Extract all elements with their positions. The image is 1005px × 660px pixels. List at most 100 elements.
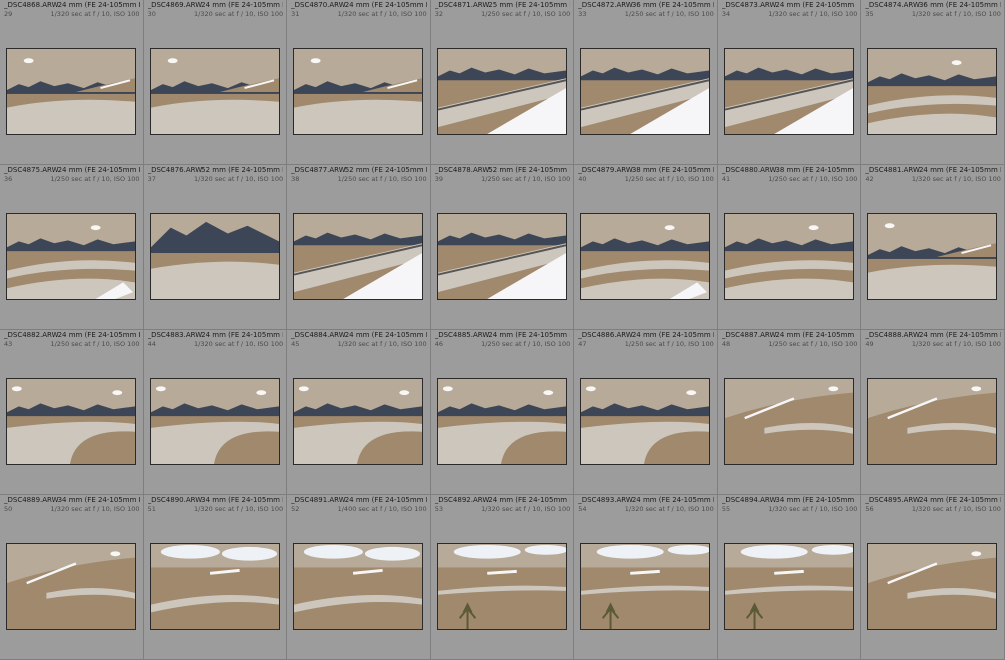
thumbnail-cell[interactable]: _DSC4889.ARW 34 mm (FE 24-105mm F4... 50… bbox=[0, 495, 144, 660]
photo-thumbnail[interactable] bbox=[436, 48, 567, 135]
thumbnail-cell[interactable]: _DSC4886.ARW 24 mm (FE 24-105mm F4... 47… bbox=[574, 330, 718, 495]
photo-thumbnail[interactable] bbox=[149, 48, 280, 135]
photo-thumbnail[interactable] bbox=[723, 48, 854, 135]
image-index: 43 bbox=[4, 340, 13, 348]
file-name: _DSC4885.ARW bbox=[434, 331, 490, 339]
thumbnail-cell[interactable]: _DSC4885.ARW 24 mm (FE 24-105mm F4... 46… bbox=[430, 330, 575, 495]
lens-info: 38 mm (FE 24-105mm F4... bbox=[775, 166, 857, 174]
exposure-info: 1/250 sec at f / 10, ISO 100 bbox=[50, 175, 140, 183]
file-name: _DSC4881.ARW bbox=[865, 166, 920, 174]
thumbnail-cell[interactable]: _DSC4882.ARW 24 mm (FE 24-105mm F4... 43… bbox=[0, 330, 144, 495]
photo-thumbnail[interactable] bbox=[867, 543, 998, 630]
lens-info: 24 mm (FE 24-105mm F4... bbox=[57, 331, 140, 339]
lens-info: 34 mm (FE 24-105mm F4... bbox=[57, 496, 140, 504]
thumbnail-cell[interactable]: _DSC4880.ARW 38 mm (FE 24-105mm F4... 41… bbox=[717, 165, 862, 330]
lens-info: 24 mm (FE 24-105mm F4... bbox=[918, 331, 1001, 339]
thumbnail-cell[interactable]: _DSC4875.ARW 24 mm (FE 24-105mm F4... 36… bbox=[0, 165, 144, 330]
photo-thumbnail[interactable] bbox=[867, 213, 998, 300]
thumbnail-cell[interactable]: _DSC4874.ARW 36 mm (FE 24-105mm F4... 35… bbox=[861, 0, 1005, 165]
photo-thumbnail[interactable] bbox=[867, 378, 998, 465]
file-name: _DSC4894.ARW bbox=[721, 496, 777, 504]
photo-thumbnail[interactable] bbox=[293, 213, 424, 300]
thumbnail-cell[interactable]: _DSC4895.ARW 24 mm (FE 24-105mm F4... 56… bbox=[861, 495, 1005, 660]
photo-thumbnail[interactable] bbox=[149, 213, 280, 300]
lens-info: 24 mm (FE 24-105mm F4... bbox=[488, 496, 570, 504]
thumbnail-cell[interactable]: _DSC4893.ARW 24 mm (FE 24-105mm F4... 54… bbox=[574, 495, 718, 660]
photo-thumbnail[interactable] bbox=[6, 48, 136, 135]
lens-info: 24 mm (FE 24-105mm F4... bbox=[57, 166, 140, 174]
thumbnail-cell[interactable]: _DSC4872.ARW 36 mm (FE 24-105mm F4... 33… bbox=[574, 0, 718, 165]
photo-thumbnail[interactable] bbox=[580, 378, 711, 465]
file-name: _DSC4872.ARW bbox=[578, 1, 633, 9]
exposure-info: 1/320 sec at f / 10, ISO 100 bbox=[911, 175, 1001, 183]
lens-info: 24 mm (FE 24-105mm F4... bbox=[631, 496, 714, 504]
photo-thumbnail[interactable] bbox=[723, 543, 854, 630]
photo-thumbnail[interactable] bbox=[6, 378, 136, 465]
photo-thumbnail[interactable] bbox=[436, 378, 567, 465]
thumbnail-cell[interactable]: _DSC4890.ARW 34 mm (FE 24-105mm F4... 51… bbox=[143, 495, 288, 660]
photo-thumbnail[interactable] bbox=[436, 543, 567, 630]
exposure-info: 1/320 sec at f / 10, ISO 100 bbox=[337, 10, 427, 18]
thumbnail-cell[interactable]: _DSC4891.ARW 24 mm (FE 24-105mm F4... 52… bbox=[287, 495, 431, 660]
thumbnail-cell[interactable]: _DSC4888.ARW 24 mm (FE 24-105mm F4... 49… bbox=[861, 330, 1005, 495]
exposure-info: 1/250 sec at f / 10, ISO 100 bbox=[624, 340, 714, 348]
thumbnail-cell[interactable]: _DSC4868.ARW 24 mm (FE 24-105mm F4... 29… bbox=[0, 0, 144, 165]
thumbnail-cell[interactable]: _DSC4876.ARW 52 mm (FE 24-105mm F4... 37… bbox=[143, 165, 288, 330]
photo-thumbnail[interactable] bbox=[580, 48, 711, 135]
thumbnail-cell[interactable]: _DSC4879.ARW 38 mm (FE 24-105mm F4... 40… bbox=[574, 165, 718, 330]
photo-thumbnail[interactable] bbox=[580, 213, 711, 300]
photo-thumbnail[interactable] bbox=[293, 543, 424, 630]
photo-thumbnail[interactable] bbox=[149, 543, 280, 630]
exposure-info: 1/250 sec at f / 10, ISO 100 bbox=[481, 10, 571, 18]
thumbnail-cell[interactable]: _DSC4870.ARW 24 mm (FE 24-105mm F4... 31… bbox=[287, 0, 431, 165]
image-index: 52 bbox=[291, 505, 300, 513]
photo-thumbnail[interactable] bbox=[293, 48, 424, 135]
image-index: 33 bbox=[578, 10, 587, 18]
photo-thumbnail[interactable] bbox=[723, 213, 854, 300]
image-index: 40 bbox=[578, 175, 587, 183]
photo-thumbnail[interactable] bbox=[436, 213, 567, 300]
image-index: 46 bbox=[434, 340, 443, 348]
image-index: 42 bbox=[865, 175, 874, 183]
thumbnail-cell[interactable]: _DSC4892.ARW 24 mm (FE 24-105mm F4... 53… bbox=[430, 495, 575, 660]
lens-info: 24 mm (FE 24-105mm F4... bbox=[57, 1, 140, 9]
thumbnail-cell[interactable]: _DSC4884.ARW 24 mm (FE 24-105mm F4... 45… bbox=[287, 330, 431, 495]
exposure-info: 1/320 sec at f / 10, ISO 100 bbox=[911, 10, 1001, 18]
photo-thumbnail[interactable] bbox=[149, 378, 280, 465]
thumbnail-cell[interactable]: _DSC4894.ARW 34 mm (FE 24-105mm F4... 55… bbox=[717, 495, 862, 660]
exposure-info: 1/320 sec at f / 10, ISO 100 bbox=[194, 175, 284, 183]
file-name: _DSC4877.ARW bbox=[291, 166, 346, 174]
image-index: 54 bbox=[578, 505, 587, 513]
image-index: 44 bbox=[147, 340, 156, 348]
exposure-info: 1/250 sec at f / 10, ISO 100 bbox=[337, 175, 427, 183]
photo-thumbnail[interactable] bbox=[580, 543, 711, 630]
image-index: 36 bbox=[4, 175, 13, 183]
exposure-info: 1/250 sec at f / 10, ISO 100 bbox=[624, 10, 714, 18]
lens-info: 34 mm (FE 24-105mm F4... bbox=[201, 496, 283, 504]
thumbnail-cell[interactable]: _DSC4871.ARW 25 mm (FE 24-105mm F4 G... … bbox=[430, 0, 575, 165]
photo-thumbnail[interactable] bbox=[867, 48, 998, 135]
thumbnail-cell[interactable]: _DSC4887.ARW 24 mm (FE 24-105mm F4... 48… bbox=[717, 330, 862, 495]
file-name: _DSC4890.ARW bbox=[147, 496, 203, 504]
lens-info: 52 mm (FE 24-105mm F4... bbox=[488, 166, 570, 174]
thumbnail-cell[interactable]: _DSC4873.ARW 24 mm (FE 24-105mm F4... 34… bbox=[717, 0, 862, 165]
photo-thumbnail[interactable] bbox=[6, 213, 136, 300]
thumbnail-cell[interactable]: _DSC4878.ARW 52 mm (FE 24-105mm F4... 39… bbox=[430, 165, 575, 330]
photo-thumbnail[interactable] bbox=[293, 378, 424, 465]
photo-thumbnail[interactable] bbox=[723, 378, 854, 465]
file-name: _DSC4873.ARW bbox=[721, 1, 777, 9]
exposure-info: 1/320 sec at f / 10, ISO 100 bbox=[624, 505, 714, 513]
lens-info: 24 mm (FE 24-105mm F4... bbox=[344, 331, 427, 339]
exposure-info: 1/320 sec at f / 10, ISO 100 bbox=[194, 10, 284, 18]
image-index: 56 bbox=[865, 505, 874, 513]
thumbnail-cell[interactable]: _DSC4881.ARW 24 mm (FE 24-105mm F4... 42… bbox=[861, 165, 1005, 330]
thumbnail-cell[interactable]: _DSC4869.ARW 24 mm (FE 24-105mm F4... 30… bbox=[143, 0, 288, 165]
lens-info: 24 mm (FE 24-105mm F4... bbox=[918, 166, 1001, 174]
exposure-info: 1/320 sec at f / 10, ISO 100 bbox=[911, 340, 1001, 348]
exposure-info: 1/250 sec at f / 10, ISO 100 bbox=[50, 340, 140, 348]
photo-thumbnail[interactable] bbox=[6, 543, 136, 630]
thumbnail-cell[interactable]: _DSC4883.ARW 24 mm (FE 24-105mm F4... 44… bbox=[143, 330, 288, 495]
lens-info: 38 mm (FE 24-105mm F4... bbox=[631, 166, 714, 174]
thumbnail-cell[interactable]: _DSC4877.ARW 52 mm (FE 24-105mm F4 G... … bbox=[287, 165, 431, 330]
exposure-info: 1/320 sec at f / 10, ISO 100 bbox=[911, 505, 1001, 513]
